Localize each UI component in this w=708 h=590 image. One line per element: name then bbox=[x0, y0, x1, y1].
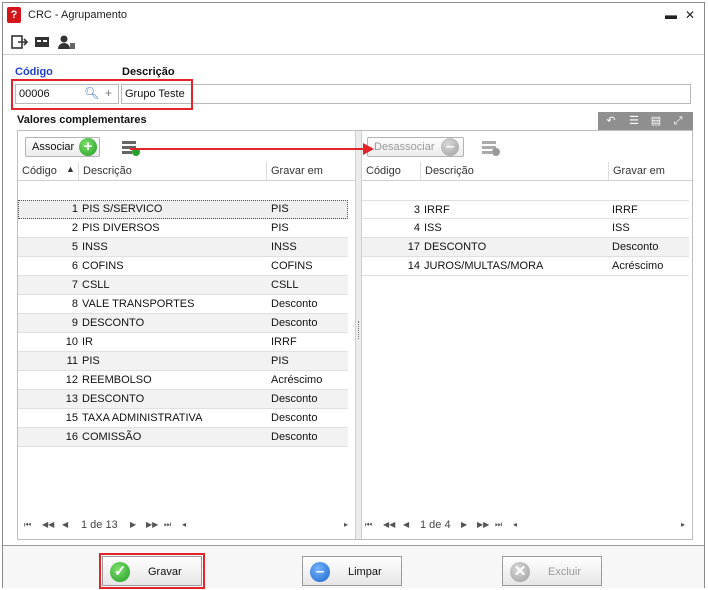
list-remove-icon[interactable] bbox=[481, 139, 501, 157]
table-row[interactable]: 2 PIS DIVERSOS PIS bbox=[18, 219, 348, 238]
limpar-label: Limpar bbox=[348, 566, 382, 578]
panel-tools: ↶ ☰ ▤ ⤢ bbox=[598, 112, 693, 130]
descricao-label: Descrição bbox=[122, 66, 175, 78]
annotation-arrow-line bbox=[130, 148, 366, 150]
window-title: CRC - Agrupamento bbox=[28, 9, 128, 21]
page-indicator: 1 de 4 bbox=[420, 519, 451, 531]
col-descricao[interactable]: Descrição bbox=[421, 162, 609, 181]
col-codigo[interactable]: Código bbox=[362, 162, 421, 181]
add-circle-icon: + bbox=[79, 138, 97, 156]
available-pane: Associar + Código ▲ Descrição Gravar em … bbox=[18, 131, 355, 539]
table-row[interactable]: 15 TAXA ADMINISTRATIVA Desconto bbox=[18, 409, 348, 428]
app-logo-icon: ? bbox=[7, 7, 21, 23]
table-row[interactable]: 11 PIS PIS bbox=[18, 352, 348, 371]
minus-icon: – bbox=[310, 562, 330, 582]
table-row[interactable]: 8 VALE TRANSPORTES Desconto bbox=[18, 295, 348, 314]
left-grid-header: Código ▲ Descrição Gravar em bbox=[18, 162, 355, 181]
prev-block-icon[interactable]: ◀◀ bbox=[383, 520, 395, 529]
first-page-icon[interactable]: ⏮ bbox=[24, 520, 31, 530]
next-block-icon[interactable]: ▶▶ bbox=[477, 520, 489, 529]
close-button[interactable]: ✕ bbox=[685, 8, 695, 22]
section-title: Valores complementares bbox=[17, 114, 147, 126]
next-block-icon[interactable]: ▶▶ bbox=[146, 520, 158, 529]
table-row[interactable]: 3 IRRF IRRF bbox=[362, 200, 689, 219]
table-row[interactable]: 10 IR IRRF bbox=[18, 333, 348, 352]
user-icon[interactable] bbox=[58, 34, 76, 50]
scroll-right-icon[interactable]: ▸ bbox=[681, 520, 685, 529]
gravar-label: Gravar bbox=[148, 566, 182, 578]
table-row[interactable]: 17 DESCONTO Desconto bbox=[362, 238, 689, 257]
table-row[interactable]: 7 CSLL CSLL bbox=[18, 276, 348, 295]
table-row[interactable]: 14 JUROS/MULTAS/MORA Acréscimo bbox=[362, 257, 689, 276]
prev-block-icon[interactable]: ◀◀ bbox=[42, 520, 54, 529]
next-page-icon[interactable]: ▶ bbox=[461, 520, 467, 529]
calendar-icon[interactable]: ▤ bbox=[647, 113, 665, 129]
col-gravar[interactable]: Gravar em bbox=[267, 162, 349, 181]
delete-icon: ✕ bbox=[510, 562, 530, 582]
limpar-button[interactable]: – Limpar bbox=[302, 556, 402, 586]
next-page-icon[interactable]: ▶ bbox=[130, 520, 136, 529]
prev-page-icon[interactable]: ◀ bbox=[403, 520, 409, 529]
first-page-icon[interactable]: ⏮ bbox=[365, 520, 372, 530]
excluir-button[interactable]: ✕ Excluir bbox=[502, 556, 602, 586]
table-row[interactable]: 1 PIS S/SERVICO PIS bbox=[18, 200, 348, 219]
list-view-icon[interactable]: ☰ bbox=[625, 113, 643, 129]
minimize-button[interactable]: ▬ bbox=[665, 8, 677, 22]
scroll-left-icon[interactable]: ◂ bbox=[182, 520, 186, 529]
remove-circle-icon: – bbox=[441, 138, 459, 156]
scroll-right-icon[interactable]: ▸ bbox=[344, 520, 348, 529]
page-indicator: 1 de 13 bbox=[81, 519, 118, 531]
codigo-label: Código bbox=[15, 66, 53, 78]
table-row[interactable]: 13 DESCONTO Desconto bbox=[18, 390, 348, 409]
table-row[interactable]: 4 ISS ISS bbox=[362, 219, 689, 238]
table-row[interactable]: 9 DESCONTO Desconto bbox=[18, 314, 348, 333]
last-page-icon[interactable]: ⏭ bbox=[164, 520, 171, 530]
col-descricao[interactable]: Descrição bbox=[79, 162, 267, 181]
right-grid-header: Código Descrição Gravar em bbox=[362, 162, 692, 181]
table-row[interactable]: 5 INSS INSS bbox=[18, 238, 348, 257]
table-row[interactable]: 6 COFINS COFINS bbox=[18, 257, 348, 276]
prev-page-icon[interactable]: ◀ bbox=[62, 520, 68, 529]
add-icon[interactable]: + bbox=[105, 86, 112, 100]
crc-window: ? CRC - Agrupamento ▬ ✕ Código Descrição… bbox=[2, 2, 705, 589]
table-row[interactable]: 16 COMISSÃO Desconto bbox=[18, 428, 348, 447]
codigo-field[interactable]: 00006 🔍︎ + bbox=[15, 84, 119, 104]
card-icon[interactable] bbox=[34, 34, 52, 50]
assigned-pane: Desassociar – Código Descrição Gravar em… bbox=[362, 131, 692, 539]
codigo-value: 00006 bbox=[19, 88, 50, 100]
descricao-field[interactable]: Grupo Teste bbox=[121, 84, 691, 104]
title-bar: ? CRC - Agrupamento ▬ ✕ bbox=[3, 3, 704, 28]
col-gravar[interactable]: Gravar em bbox=[609, 162, 692, 181]
desassociar-button[interactable]: Desassociar – bbox=[367, 137, 464, 157]
exit-icon[interactable] bbox=[11, 34, 29, 50]
desassociar-label: Desassociar bbox=[374, 141, 435, 153]
footer-bar: ✓ Gravar – Limpar ✕ Excluir bbox=[3, 545, 704, 589]
pane-splitter[interactable] bbox=[355, 131, 362, 539]
descricao-value: Grupo Teste bbox=[125, 88, 185, 100]
fullscreen-icon[interactable]: ⤢ bbox=[669, 113, 687, 129]
col-codigo[interactable]: Código ▲ bbox=[18, 162, 79, 181]
gravar-button[interactable]: ✓ Gravar bbox=[102, 556, 202, 586]
associar-label: Associar bbox=[32, 141, 75, 153]
sort-up-icon: ▲ bbox=[66, 164, 75, 174]
check-icon: ✓ bbox=[110, 562, 130, 582]
undo-icon[interactable]: ↶ bbox=[602, 113, 620, 129]
left-pager: ⏮ ◀◀ ◀ 1 de 13 ▶ ▶▶ ⏭ ◂ ▸ bbox=[22, 518, 352, 536]
associar-button[interactable]: Associar + bbox=[25, 137, 100, 157]
search-icon[interactable]: 🔍︎ bbox=[84, 86, 99, 100]
right-pager: ⏮ ◀◀ ◀ 1 de 4 ▶ ▶▶ ⏭ ◂ ▸ bbox=[365, 518, 690, 536]
toolbar bbox=[3, 31, 704, 55]
table-row[interactable]: 12 REEMBOLSO Acréscimo bbox=[18, 371, 348, 390]
annotation-arrow-head bbox=[363, 143, 374, 155]
scroll-left-icon[interactable]: ◂ bbox=[513, 520, 517, 529]
last-page-icon[interactable]: ⏭ bbox=[495, 520, 502, 530]
excluir-label: Excluir bbox=[548, 566, 582, 578]
